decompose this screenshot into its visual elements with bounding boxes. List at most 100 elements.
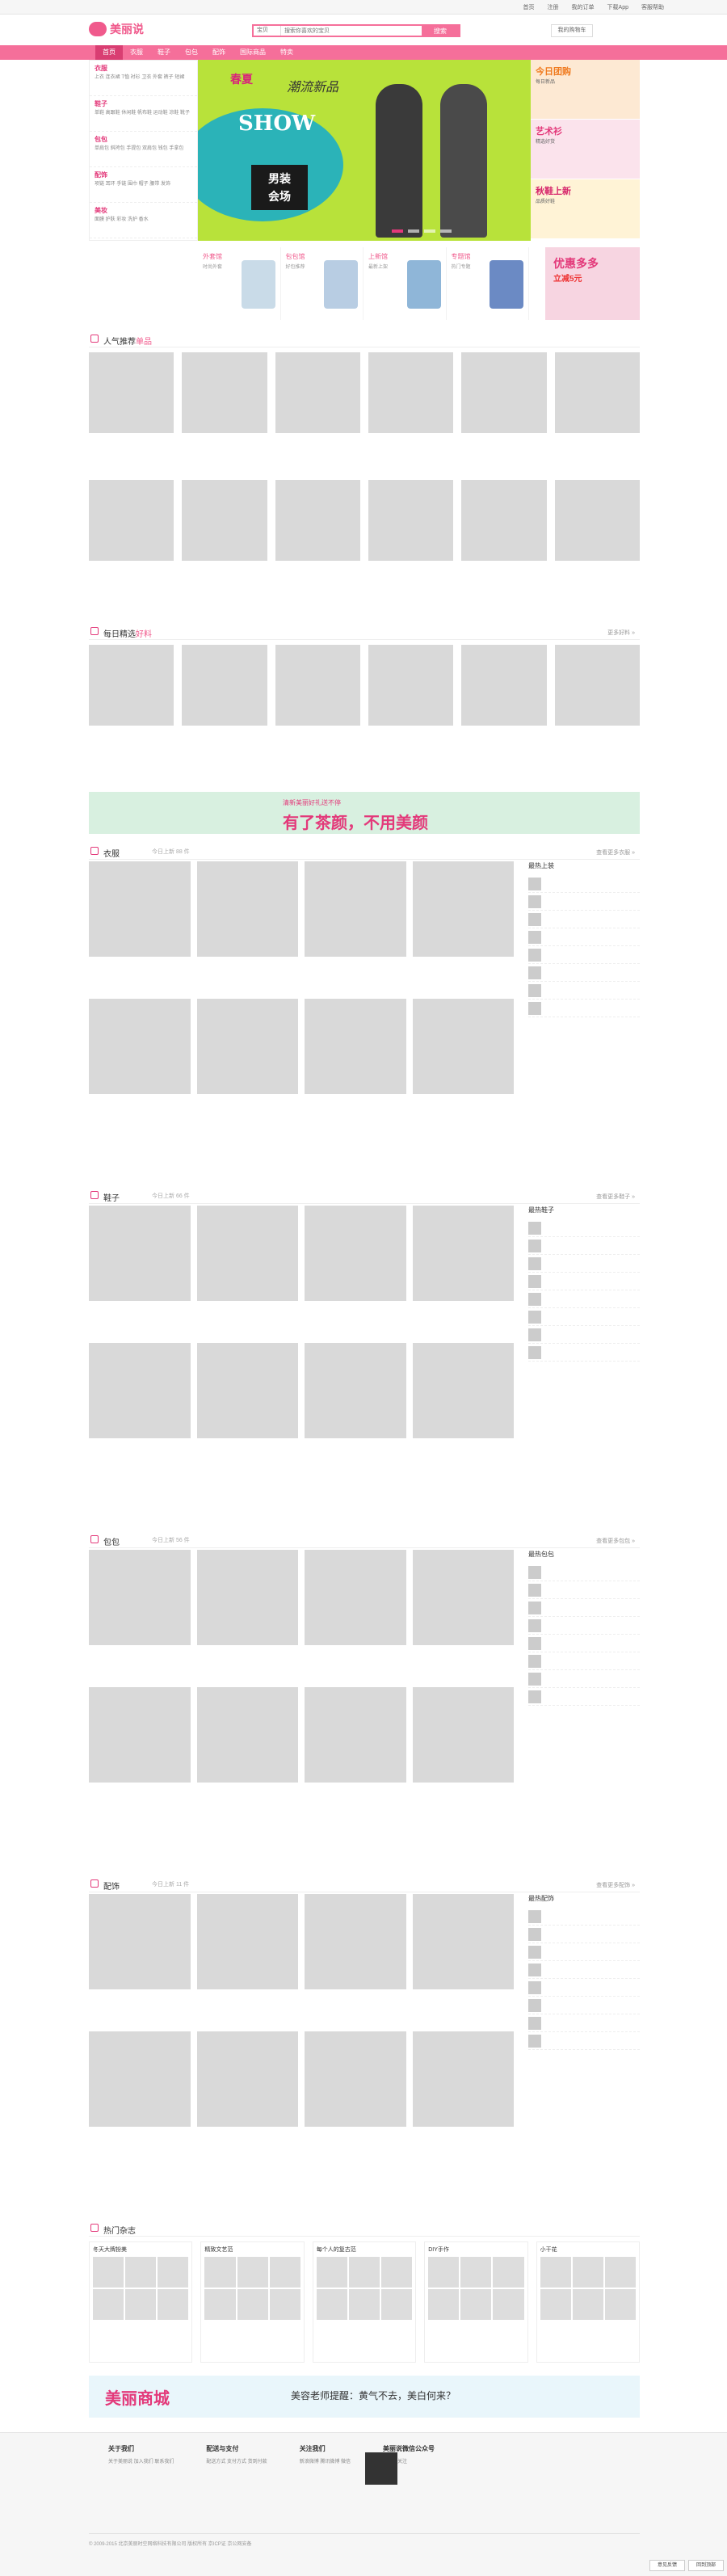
product-card[interactable] <box>368 352 454 480</box>
rank-item[interactable] <box>528 1326 640 1344</box>
product-card[interactable] <box>196 1687 298 1820</box>
sub-banner-coat[interactable]: 外套馆 时尚外套 <box>198 247 281 320</box>
rank-item[interactable] <box>528 911 640 928</box>
rank-item[interactable] <box>528 1581 640 1599</box>
product-card[interactable] <box>554 645 640 772</box>
product-card[interactable] <box>275 645 360 772</box>
product-card[interactable] <box>89 645 174 772</box>
topbar-help[interactable]: 客服帮助 <box>641 3 664 11</box>
rank-item[interactable] <box>528 928 640 946</box>
rank-item[interactable] <box>528 1997 640 2014</box>
category-bags[interactable]: 包包 单肩包 斜挎包 手提包 双肩包 钱包 手拿包 <box>90 132 197 167</box>
product-card[interactable] <box>412 1343 514 1475</box>
rank-item[interactable] <box>528 1961 640 1979</box>
product-card[interactable] <box>305 1687 406 1820</box>
product-card[interactable] <box>305 2031 406 2164</box>
product-card[interactable] <box>89 999 191 1131</box>
nav-home[interactable]: 首页 <box>95 45 123 60</box>
rank-item[interactable] <box>528 1617 640 1635</box>
more-link[interactable]: 查看更多鞋子 » <box>596 1193 635 1201</box>
topic-card[interactable]: 小干花 <box>536 2241 640 2363</box>
topbar-register[interactable]: 注册 <box>548 3 559 11</box>
rank-item[interactable] <box>528 1273 640 1290</box>
product-card[interactable] <box>89 1343 191 1475</box>
rank-item[interactable] <box>528 1908 640 1926</box>
sub-banner-new[interactable]: 上新馆 最新上架 <box>364 247 447 320</box>
product-card[interactable] <box>412 2031 514 2164</box>
slider-dot[interactable] <box>408 229 419 233</box>
banner-ad-tea[interactable]: 清新美丽好礼送不停 有了茶颜，不用美颜 <box>89 792 640 834</box>
rank-item[interactable] <box>528 964 640 982</box>
rank-item[interactable] <box>528 1290 640 1308</box>
rank-item[interactable] <box>528 1670 640 1688</box>
rank-item[interactable] <box>528 1688 640 1706</box>
product-card[interactable] <box>89 861 191 994</box>
category-beauty[interactable]: 美妆 面膜 护肤 彩妆 洗护 香水 <box>90 203 197 238</box>
product-card[interactable] <box>89 1687 191 1820</box>
product-card[interactable] <box>89 1894 191 2027</box>
product-card[interactable] <box>412 1687 514 1820</box>
search-button[interactable]: 搜索 <box>422 26 459 36</box>
topbar-orders[interactable]: 我的订单 <box>572 3 595 11</box>
topic-card[interactable]: DIY手作 <box>424 2241 528 2363</box>
product-card[interactable] <box>305 1343 406 1475</box>
promo-shoes[interactable]: 秋鞋上新 品质好鞋 <box>531 179 640 239</box>
rank-item[interactable] <box>528 1943 640 1961</box>
product-card[interactable] <box>461 645 547 772</box>
rank-item[interactable] <box>528 1599 640 1617</box>
product-card[interactable] <box>89 2031 191 2164</box>
cart-button[interactable]: 我的购物车 <box>551 24 593 37</box>
hero-slider[interactable]: 春夏 潮流新品 SHOW 男装 会场 <box>198 60 531 241</box>
nav-accessories[interactable]: 配饰 <box>205 45 233 60</box>
product-card[interactable] <box>89 1550 191 1682</box>
product-card[interactable] <box>182 480 267 608</box>
topic-card[interactable]: 每个人的复古范 <box>312 2241 417 2363</box>
rank-item[interactable] <box>528 1979 640 1997</box>
search-type-dropdown[interactable]: 宝贝 <box>254 26 281 36</box>
logo[interactable]: 美丽说 <box>89 21 144 37</box>
product-card[interactable] <box>196 999 298 1131</box>
sub-banner-topic[interactable]: 专题馆 热门专题 <box>447 247 529 320</box>
product-card[interactable] <box>196 1343 298 1475</box>
topbar-app[interactable]: 下载App <box>607 3 628 11</box>
product-card[interactable] <box>196 1550 298 1682</box>
slider-dot[interactable] <box>440 229 452 233</box>
rank-item[interactable] <box>528 1308 640 1326</box>
nav-clothes[interactable]: 衣服 <box>123 45 150 60</box>
product-card[interactable] <box>275 352 360 480</box>
product-card[interactable] <box>196 1894 298 2027</box>
nav-sale[interactable]: 特卖 <box>273 45 300 60</box>
rank-item[interactable] <box>528 1344 640 1362</box>
product-card[interactable] <box>196 861 298 994</box>
product-card[interactable] <box>89 480 174 608</box>
product-card[interactable] <box>368 480 454 608</box>
feedback-button[interactable]: 意见反馈 <box>649 2560 685 2571</box>
product-card[interactable] <box>196 2031 298 2164</box>
topic-card[interactable]: 精致文艺范 <box>200 2241 305 2363</box>
product-card[interactable] <box>461 352 547 480</box>
search-input[interactable] <box>281 26 422 36</box>
product-card[interactable] <box>275 480 360 608</box>
promo-group-buy[interactable]: 今日团购 每日新品 <box>531 60 640 120</box>
rank-item[interactable] <box>528 1926 640 1943</box>
rank-item[interactable] <box>528 2032 640 2050</box>
sub-banner-bag[interactable]: 包包馆 好包推荐 <box>281 247 364 320</box>
nav-global[interactable]: 国际商品 <box>233 45 273 60</box>
product-card[interactable] <box>554 352 640 480</box>
rank-item[interactable] <box>528 946 640 964</box>
product-card[interactable] <box>461 480 547 608</box>
rank-item[interactable] <box>528 1255 640 1273</box>
rank-item[interactable] <box>528 1635 640 1652</box>
topbar-home[interactable]: 首页 <box>523 3 535 11</box>
slider-dot[interactable] <box>392 229 403 233</box>
product-card[interactable] <box>305 1894 406 2027</box>
rank-item[interactable] <box>528 893 640 911</box>
more-link[interactable]: 更多好料 » <box>607 629 635 637</box>
rank-item[interactable] <box>528 1564 640 1581</box>
product-card[interactable] <box>305 999 406 1131</box>
nav-bags[interactable]: 包包 <box>178 45 205 60</box>
rank-item[interactable] <box>528 875 640 893</box>
product-card[interactable] <box>305 1206 406 1338</box>
slider-dot[interactable] <box>424 229 435 233</box>
nav-shoes[interactable]: 鞋子 <box>150 45 178 60</box>
